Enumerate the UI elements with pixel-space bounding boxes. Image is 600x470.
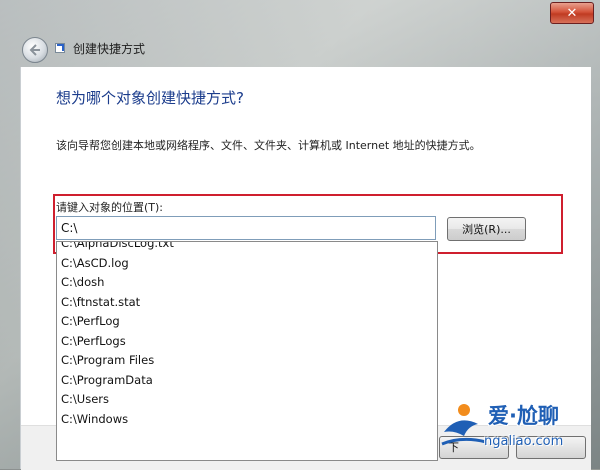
autocomplete-item[interactable]: C:\AsCD.log xyxy=(57,254,437,274)
next-button[interactable]: 下 xyxy=(439,436,509,459)
close-icon: ✕ xyxy=(566,5,578,21)
wizard-content: 想为哪个对象创建快捷方式? 该向导帮您创建本地或网络程序、文件、文件夹、计算机或… xyxy=(20,67,591,470)
browse-button[interactable]: 浏览(R)... xyxy=(447,217,526,241)
autocomplete-item[interactable]: C:\PerfLogs xyxy=(57,332,437,352)
dialog-window: ✕ 创建快捷方式 想为哪个对象创建快捷方式? 该向导帮您创建本地或网络程序、文件… xyxy=(0,0,600,470)
autocomplete-item[interactable]: C:\AlphaDiscLog.txt xyxy=(57,242,437,254)
page-heading: 想为哪个对象创建快捷方式? xyxy=(56,89,244,107)
shortcut-icon xyxy=(55,43,65,53)
close-button[interactable]: ✕ xyxy=(550,2,594,24)
autocomplete-item[interactable]: C:\Windows xyxy=(57,410,437,430)
cancel-button[interactable] xyxy=(516,436,586,459)
autocomplete-item[interactable]: C:\Users xyxy=(57,390,437,410)
autocomplete-list: C:\AlphaDiscLog.txt C:\AsCD.log C:\dosh … xyxy=(56,241,438,461)
next-button-label: 下 xyxy=(448,441,459,454)
back-arrow-icon xyxy=(29,44,40,56)
autocomplete-item[interactable]: C:\ProgramData xyxy=(57,371,437,391)
autocomplete-item[interactable]: C:\PerfLog xyxy=(57,312,437,332)
autocomplete-item[interactable]: C:\dosh xyxy=(57,273,437,293)
autocomplete-item[interactable]: C:\Program Files xyxy=(57,351,437,371)
wizard-description: 该向导帮您创建本地或网络程序、文件、文件夹、计算机或 Internet 地址的快… xyxy=(56,139,481,152)
browse-button-label: 浏览(R)... xyxy=(462,223,511,236)
location-label: 请键入对象的位置(T): xyxy=(56,201,164,214)
back-button[interactable] xyxy=(22,37,48,63)
autocomplete-item[interactable]: C:\ftnstat.stat xyxy=(57,293,437,313)
location-input[interactable] xyxy=(56,216,436,240)
wizard-title: 创建快捷方式 xyxy=(73,42,146,56)
